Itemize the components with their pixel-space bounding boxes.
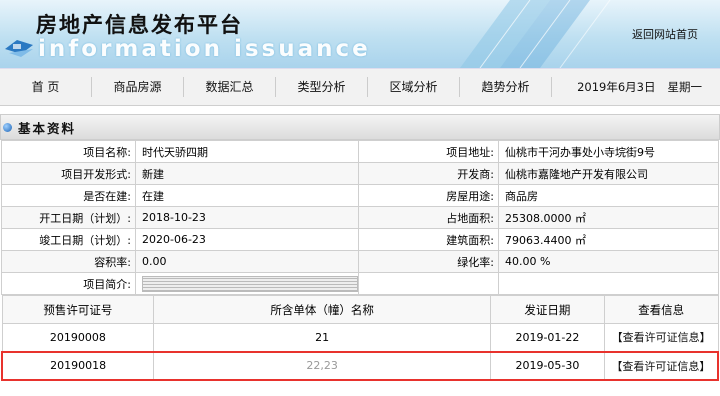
- units: 21: [153, 323, 492, 352]
- current-date: 2019年6月3日 星期一: [552, 79, 720, 95]
- land-area-label: 占地面积:: [358, 206, 499, 229]
- development-form-value: 新建: [135, 162, 359, 185]
- bullet-icon: [3, 122, 12, 132]
- plot-ratio-value: 0.00: [135, 250, 359, 273]
- main-nav: 首 页 商品房源 数据汇总 类型分析 区域分析 趋势分析 2019年6月3日 星期…: [0, 68, 720, 106]
- info-row: 项目简介:: [1, 272, 719, 295]
- units: 22,23: [153, 350, 492, 381]
- land-area-value: 25308.0000 ㎡: [498, 206, 719, 229]
- completion-date-value: 2020-06-23: [135, 228, 359, 251]
- project-info-table: 项目名称: 时代天骄四期 项目地址: 仙桃市干河办事处小寺垸街9号 项目开发形式…: [1, 140, 719, 295]
- house-logo-icon: [5, 40, 33, 57]
- developer-value: 仙桃市嘉隆地产开发有限公司: [498, 162, 719, 185]
- info-row: 项目开发形式: 新建 开发商: 仙桃市嘉隆地产开发有限公司: [1, 162, 719, 185]
- issue-date-header: 发证日期: [490, 295, 605, 324]
- info-row: 项目名称: 时代天骄四期 项目地址: 仙桃市干河办事处小寺垸街9号: [1, 140, 719, 163]
- building-graphic-icon: [460, 0, 611, 68]
- project-address-value: 仙桃市干河办事处小寺垸街9号: [498, 140, 719, 163]
- green-ratio-label: 绿化率:: [358, 250, 499, 273]
- green-ratio-value: 40.00 %: [498, 250, 719, 273]
- start-date-label: 开工日期（计划）:: [1, 206, 136, 229]
- permit-no-header: 预售许可证号: [1, 295, 155, 324]
- permit-header-row: 预售许可证号 所含单体（幢）名称 发证日期 查看信息: [1, 295, 719, 324]
- date-text: 2019年6月3日: [577, 80, 656, 94]
- issue-date: 2019-05-30: [490, 350, 605, 381]
- nav-item-home[interactable]: 首 页: [0, 77, 92, 97]
- nav-item-type-analysis[interactable]: 类型分析: [276, 77, 368, 97]
- building-area-label: 建筑面积:: [358, 228, 499, 251]
- nav-item-trend-analysis[interactable]: 趋势分析: [460, 77, 552, 97]
- intro-label: 项目简介:: [1, 272, 136, 295]
- permit-table: 预售许可证号 所含单体（幢）名称 发证日期 查看信息 20190008 21 2…: [1, 295, 719, 381]
- developer-label: 开发商:: [358, 162, 499, 185]
- issue-date: 2019-01-22: [490, 323, 605, 352]
- units-header: 所含单体（幢）名称: [153, 295, 492, 324]
- usage-value: 商品房: [498, 184, 719, 207]
- completion-date-label: 竣工日期（计划）:: [1, 228, 136, 251]
- nav-item-region-analysis[interactable]: 区域分析: [368, 77, 460, 97]
- section-title: 基本资料: [18, 120, 77, 136]
- section-header: 基本资料: [0, 114, 720, 140]
- info-row: 竣工日期（计划）: 2020-06-23 建筑面积: 79063.4400 ㎡: [1, 228, 719, 251]
- info-row: 开工日期（计划）: 2018-10-23 占地面积: 25308.0000 ㎡: [1, 206, 719, 229]
- intro-placeholder: [142, 275, 358, 292]
- table-row: 20190018 22,23 2019-05-30 【查看许可证信息】: [1, 350, 719, 381]
- permit-no: 20190008: [1, 323, 155, 352]
- usage-label: 房屋用途:: [358, 184, 499, 207]
- info-row: 容积率: 0.00 绿化率: 40.00 %: [1, 250, 719, 273]
- table-row: 20190008 21 2019-01-22 【查看许可证信息】: [1, 323, 719, 352]
- plot-ratio-label: 容积率:: [1, 250, 136, 273]
- view-info-header: 查看信息: [603, 295, 719, 324]
- site-header: 房地产信息发布平台 information issuance 返回网站首页: [0, 0, 720, 68]
- info-row: 是否在建: 在建 房屋用途: 商品房: [1, 184, 719, 207]
- nav-item-summary[interactable]: 数据汇总: [184, 77, 276, 97]
- view-permit-link[interactable]: 【查看许可证信息】: [611, 360, 710, 373]
- home-link[interactable]: 返回网站首页: [632, 26, 698, 42]
- under-construction-label: 是否在建:: [1, 184, 136, 207]
- intro-value: [135, 272, 359, 295]
- site-subtitle: information issuance: [38, 36, 371, 62]
- under-construction-value: 在建: [135, 184, 359, 207]
- project-name-label: 项目名称:: [1, 140, 136, 163]
- project-address-label: 项目地址:: [358, 140, 499, 163]
- nav-item-listings[interactable]: 商品房源: [92, 77, 184, 97]
- project-name-value: 时代天骄四期: [135, 140, 359, 163]
- view-permit-cell: 【查看许可证信息】: [603, 350, 719, 381]
- view-permit-link[interactable]: 【查看许可证信息】: [612, 331, 711, 344]
- development-form-label: 项目开发形式:: [1, 162, 136, 185]
- site-title: 房地产信息发布平台: [36, 12, 243, 37]
- building-area-value: 79063.4400 ㎡: [498, 228, 719, 251]
- view-permit-cell: 【查看许可证信息】: [603, 323, 719, 352]
- start-date-value: 2018-10-23: [135, 206, 359, 229]
- weekday-text: 星期一: [667, 80, 703, 94]
- permit-no: 20190018: [1, 350, 155, 381]
